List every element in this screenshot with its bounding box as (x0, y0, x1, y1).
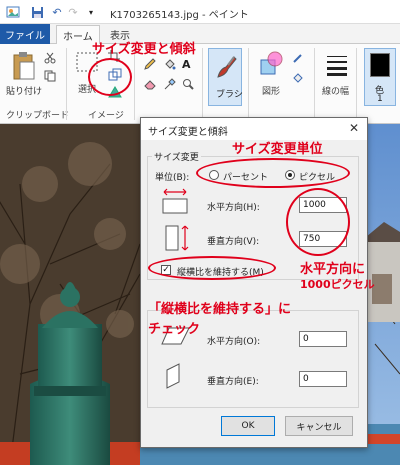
paste-label: 貼り付け (6, 87, 43, 97)
brush-icon (214, 53, 238, 81)
color1-button[interactable]: 色 1 (364, 48, 396, 106)
close-icon[interactable]: ✕ (349, 121, 359, 135)
shapes-label[interactable]: 図形 (262, 84, 280, 97)
annotation-oval-unit (196, 158, 350, 188)
save-icon[interactable] (30, 5, 44, 19)
annotation-resize-unit: サイズ変更単位 (232, 142, 323, 157)
ribbon-separator (202, 48, 203, 120)
paste-button[interactable]: 貼り付け (6, 50, 42, 97)
ribbon-separator (314, 48, 315, 120)
text-tool-icon[interactable]: A (182, 58, 191, 71)
horizontal-resize-icon (161, 188, 189, 216)
title-bar: ↶ ↷ ▾ K1703265143.jpg - ペイント (0, 0, 400, 24)
line-width-icon[interactable] (326, 54, 348, 76)
tab-file[interactable]: ファイル (0, 24, 50, 44)
fill-icon[interactable] (164, 58, 176, 70)
vertical-resize-icon (165, 224, 191, 252)
outline-icon[interactable] (292, 52, 304, 64)
paste-icon (11, 50, 37, 82)
ok-button[interactable]: OK (221, 416, 275, 436)
skew-vertical-input[interactable]: 0 (299, 371, 347, 387)
image-group-label: イメージ (88, 111, 124, 121)
undo-icon[interactable]: ↶ (50, 5, 64, 19)
copy-icon[interactable] (44, 70, 56, 82)
annotation-horizontal-1000-2: 1000ピクセル (300, 278, 375, 291)
ribbon-separator (356, 48, 357, 120)
vertical-label: 垂直方向(V): (207, 237, 260, 247)
ribbon-separator (66, 48, 67, 120)
dialog-title-bar: サイズ変更と傾斜 ✕ (141, 118, 367, 140)
resize-group-label: サイズ変更 (152, 150, 201, 163)
vertical-skew-icon (165, 362, 187, 390)
color1-swatch (370, 53, 390, 77)
color-picker-icon[interactable] (164, 78, 176, 90)
ribbon: 貼り付け クリップボード 選択 イメージ A ブラシ 図形 線の幅 色 1 (0, 44, 400, 124)
horizontal-label: 水平方向(H): (207, 203, 260, 213)
annotation-oval-resize-button (88, 58, 132, 96)
magnifier-icon[interactable] (182, 78, 194, 90)
unit-label: 単位(B): (155, 173, 190, 183)
annotation-oval-keep-ratio (148, 256, 276, 280)
redo-icon[interactable]: ↷ (66, 5, 80, 19)
skew-vertical-label: 垂直方向(E): (207, 377, 259, 387)
paint-app-icon (6, 5, 20, 19)
color1-number: 1 (377, 94, 383, 104)
brush-button[interactable]: ブラシ (208, 48, 243, 106)
dialog-title: サイズ変更と傾斜 (148, 127, 228, 138)
eraser-icon[interactable] (144, 78, 156, 90)
window-title: K1703265143.jpg - ペイント (110, 10, 249, 21)
brush-label: ブラシ (216, 90, 243, 100)
annotation-keep-ratio-1: 「縦横比を維持する」に (148, 302, 292, 317)
skew-horizontal-input[interactable]: 0 (299, 331, 347, 347)
annotation-oval-horizontal (286, 188, 350, 256)
quick-access-dropdown-icon[interactable]: ▾ (84, 5, 98, 19)
cut-icon[interactable] (44, 52, 56, 64)
clipboard-group-label: クリップボード (6, 111, 70, 121)
shapes-icon[interactable] (258, 50, 284, 78)
cancel-button[interactable]: キャンセル (285, 416, 353, 436)
annotation-resize-skew: サイズ変更と傾斜 (92, 42, 196, 57)
pencil-icon[interactable] (144, 58, 156, 70)
skew-horizontal-label: 水平方向(O): (207, 337, 261, 347)
ribbon-tabs: ファイル ホーム 表示 (0, 24, 400, 45)
ribbon-separator (248, 48, 249, 120)
line-width-label[interactable]: 線の幅 (322, 84, 349, 97)
fill-style-icon[interactable] (292, 72, 304, 84)
annotation-keep-ratio-2: チェック (148, 322, 201, 337)
ribbon-separator (134, 48, 135, 120)
annotation-horizontal-1000-1: 水平方向に (300, 262, 366, 277)
